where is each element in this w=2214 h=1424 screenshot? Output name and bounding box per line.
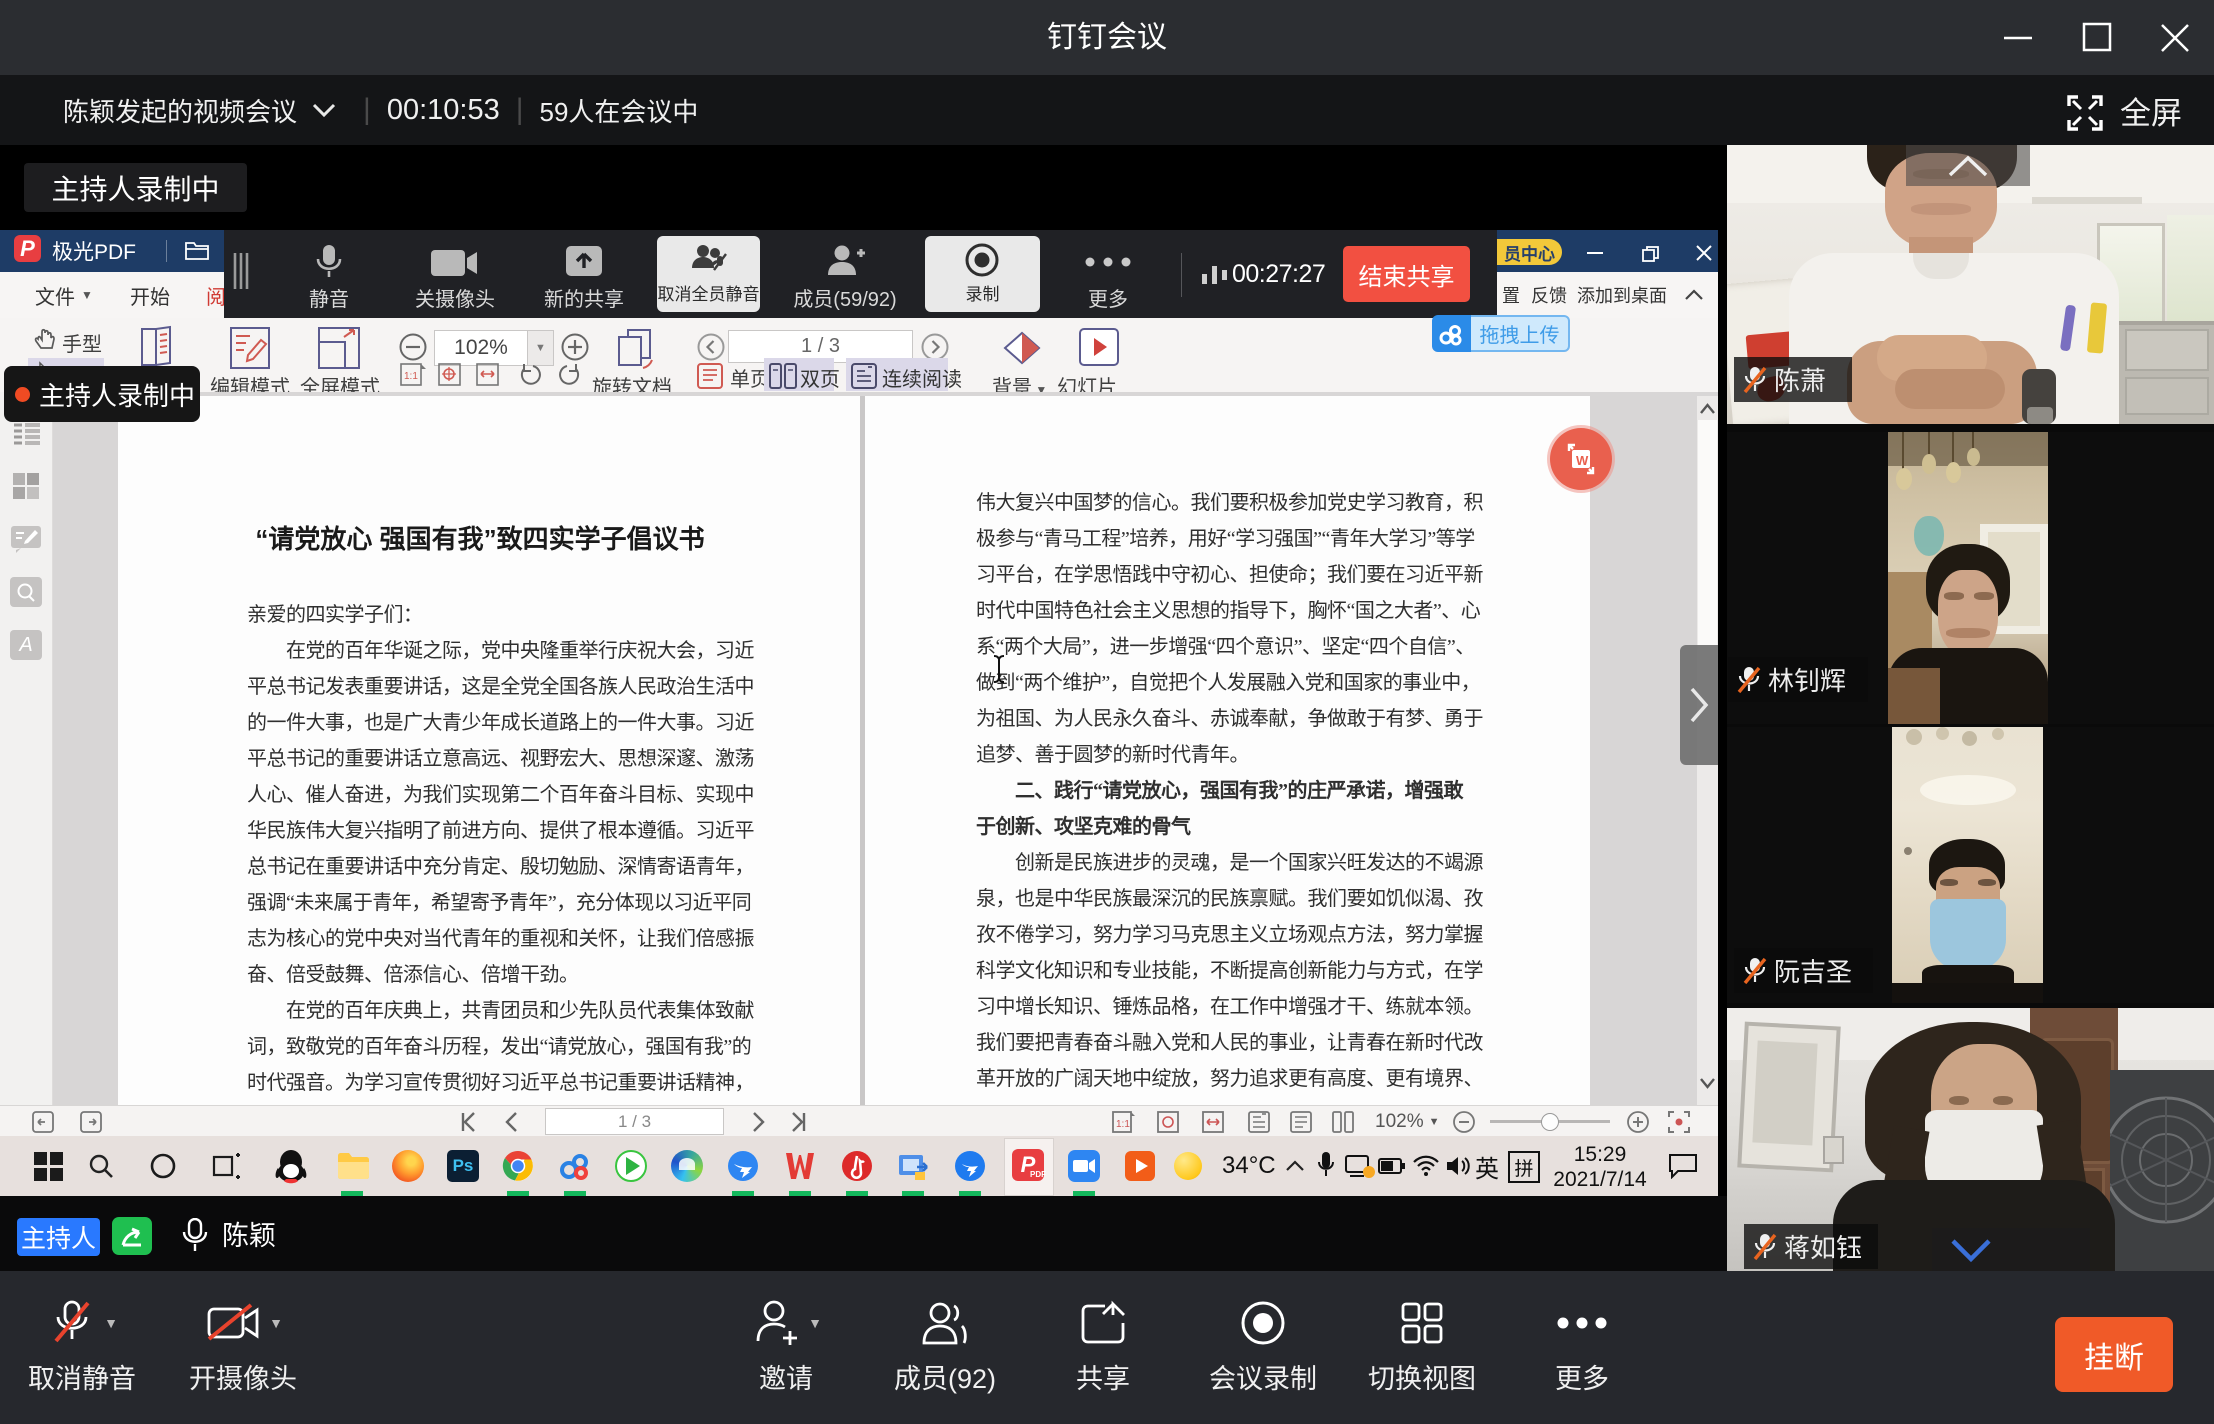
svg-text:1:1: 1:1 bbox=[1116, 1119, 1130, 1130]
svg-text:1:1: 1:1 bbox=[404, 371, 418, 382]
svg-text:W: W bbox=[1576, 453, 1589, 468]
